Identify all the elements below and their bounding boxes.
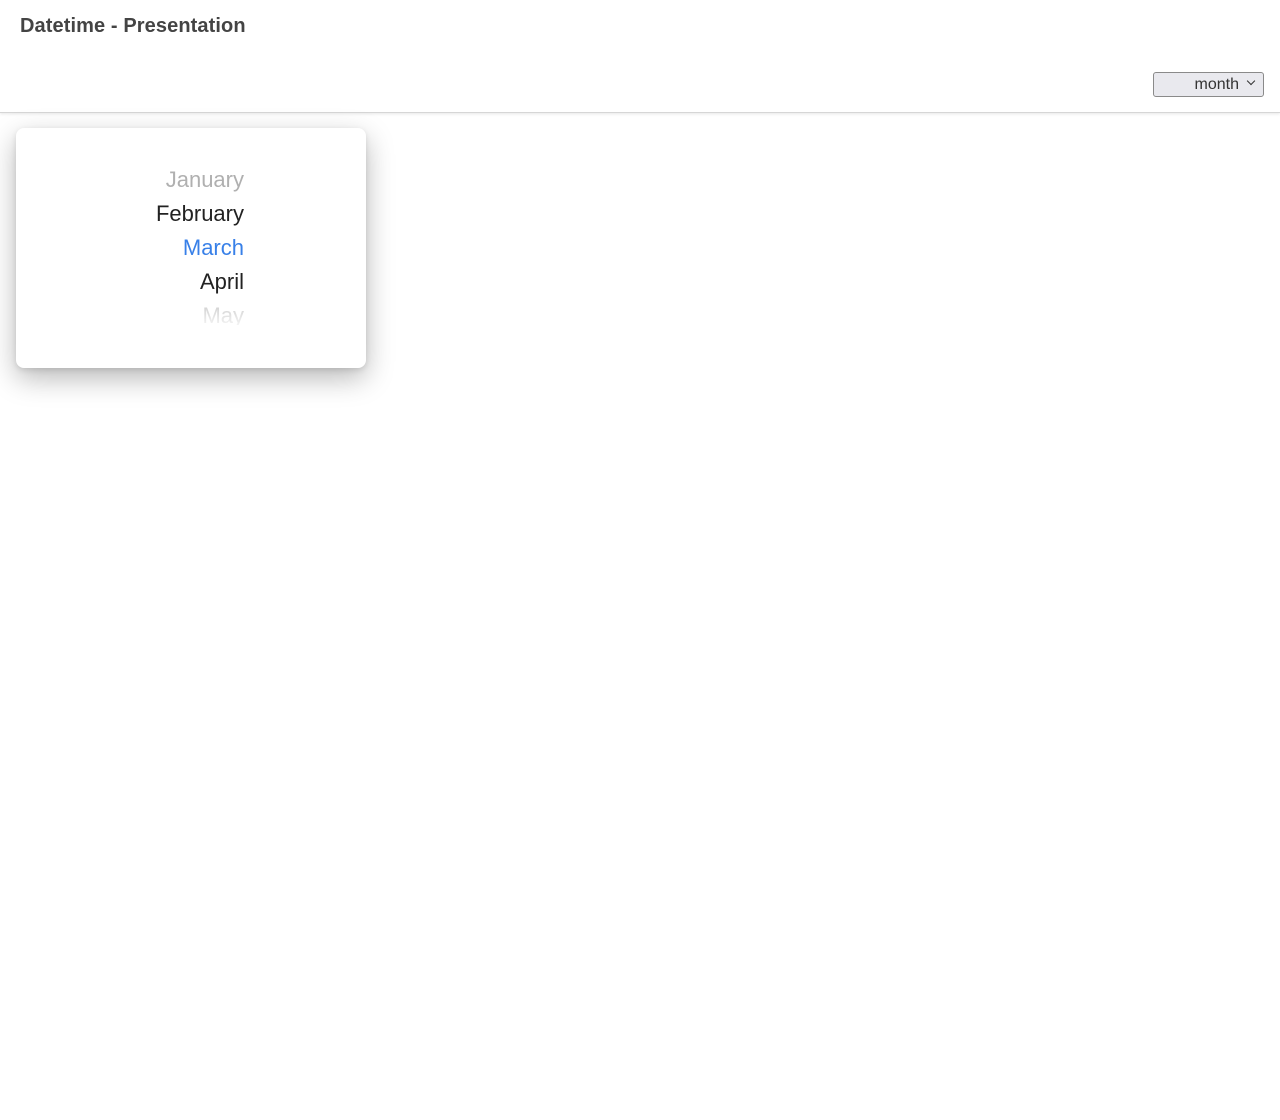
- month-option-february[interactable]: February: [156, 197, 244, 231]
- month-option-january[interactable]: January: [166, 163, 244, 197]
- month-option-march-selected[interactable]: March: [183, 231, 244, 265]
- page-title: Datetime - Presentation: [20, 15, 246, 37]
- chevron-down-icon: [1246, 76, 1256, 86]
- month-wheel[interactable]: January February March April May: [16, 128, 366, 368]
- month-option-april[interactable]: April: [200, 265, 244, 299]
- app-header: Datetime - Presentation month: [0, 0, 1280, 113]
- presentation-select[interactable]: month: [1153, 72, 1264, 97]
- presentation-select-value: month: [1194, 76, 1239, 93]
- month-picker-card: January February March April May: [16, 128, 366, 368]
- month-option-may[interactable]: May: [202, 299, 244, 325]
